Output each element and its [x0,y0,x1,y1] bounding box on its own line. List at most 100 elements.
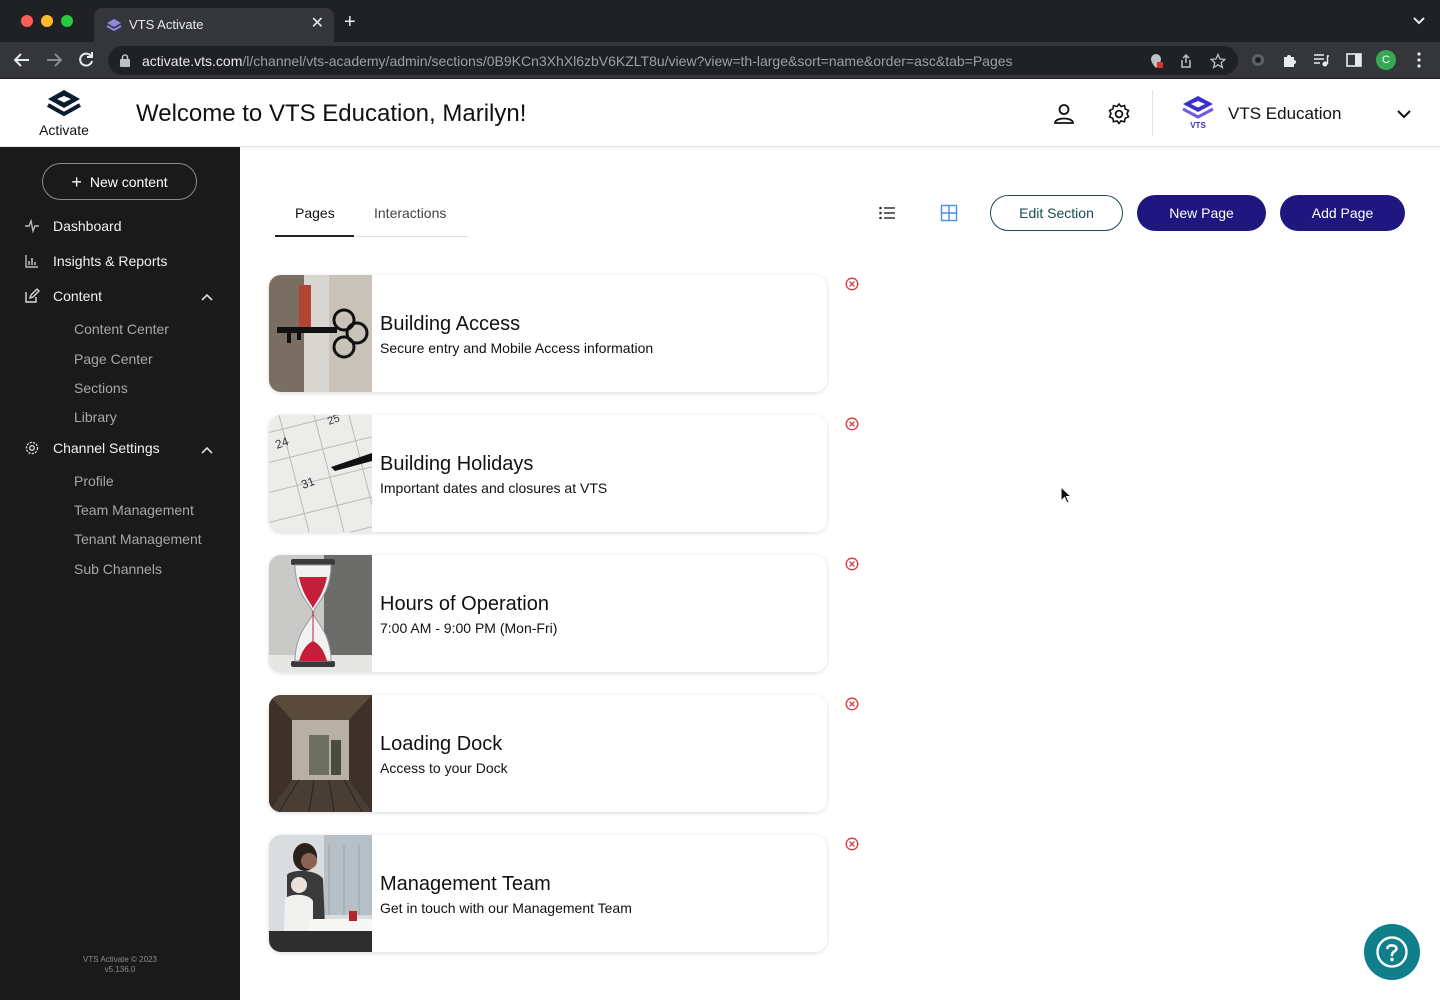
remove-circle-icon[interactable] [845,417,859,431]
new-page-button[interactable]: New Page [1137,195,1266,231]
sidebar-item-content[interactable]: Content [24,286,102,306]
new-content-button[interactable]: + New content [42,163,197,200]
page-card[interactable]: Hours of Operation 7:00 AM - 9:00 PM (Mo… [269,555,827,672]
address-bar[interactable]: activate.vts.com/l/channel/vts-academy/a… [108,46,1238,75]
team-photo-thumbnail [269,835,372,952]
browser-tab-bar: VTS Activate ✕ + [0,0,1440,42]
bar-chart-icon [25,255,38,268]
pulse-icon [25,218,39,234]
bookmark-star-icon[interactable] [1210,53,1226,69]
add-page-button[interactable]: Add Page [1280,195,1405,231]
sidebar-item-insights[interactable]: Insights & Reports [24,251,167,271]
version-text: v5.136.0 [104,965,136,974]
copyright-text: VTS Activate © 2023 [83,955,157,964]
new-content-label: New content [89,173,168,190]
active-tab-indicator [275,235,354,237]
tab-search-chevron-icon[interactable] [1412,14,1426,28]
browser-profile-avatar[interactable]: C [1376,50,1396,70]
tab-title: VTS Activate [129,17,204,32]
grid-view-icon[interactable] [940,204,958,222]
forward-arrow-icon[interactable] [44,50,64,70]
card-subtitle: 7:00 AM - 9:00 PM (Mon-Fri) [380,620,558,636]
app-header: Activate Welcome to VTS Education, Maril… [0,80,1440,147]
window-minimize-button[interactable] [41,15,53,27]
sidebar-item-sections[interactable]: Sections [74,380,128,396]
sidebar-item-profile[interactable]: Profile [74,473,114,489]
window-close-button[interactable] [21,15,33,27]
page-card[interactable]: Building Access Secure entry and Mobile … [269,275,827,392]
page-card[interactable]: 24 25 31 Building Holidays Important dat… [269,415,827,532]
hourglass-photo-thumbnail [269,555,372,672]
sidebar-item-page-center[interactable]: Page Center [74,351,153,367]
chevron-up-icon[interactable] [200,290,214,304]
side-panel-icon[interactable] [1345,51,1363,69]
sidebar: + New content Dashboard Insights & Repor… [0,147,240,1000]
url-text: activate.vts.com/l/channel/vts-academy/a… [142,53,1013,69]
tab-close-icon[interactable]: ✕ [311,14,324,34]
sidebar-item-dashboard[interactable]: Dashboard [24,216,122,236]
loading-dock-photo-thumbnail [269,695,372,812]
card-title: Loading Dock [380,733,503,755]
activate-logo-icon [47,90,81,117]
reload-icon[interactable] [76,50,96,70]
browser-toolbar: activate.vts.com/l/channel/vts-academy/a… [0,42,1440,79]
activate-logo[interactable]: Activate [30,88,98,144]
card-subtitle: Secure entry and Mobile Access informati… [380,340,654,356]
new-tab-button[interactable]: + [344,12,356,32]
sidebar-item-content-center[interactable]: Content Center [74,321,169,337]
chevron-up-icon[interactable] [200,443,214,457]
sidebar-item-sub-channels[interactable]: Sub Channels [74,561,162,577]
window-zoom-button[interactable] [61,15,73,27]
extension-settings-icon[interactable] [1249,51,1267,69]
mouse-cursor-icon [1060,486,1072,504]
extensions-puzzle-icon[interactable] [1281,51,1299,69]
card-subtitle: Get in touch with our Management Team [380,900,632,916]
vts-education-logo-icon[interactable]: VTS [1180,94,1216,130]
help-button[interactable] [1364,924,1420,980]
sidebar-item-label: Insights & Reports [53,253,168,269]
card-subtitle: Important dates and closures at VTS [380,480,608,496]
sidebar-item-label: Dashboard [53,218,122,234]
share-icon[interactable] [1178,53,1194,69]
logo-text: Activate [39,122,89,138]
browser-tab[interactable]: VTS Activate ✕ [94,8,334,42]
sidebar-footer: VTS Activate © 2023 v5.136.0 [0,955,240,975]
org-name[interactable]: VTS Education [1228,104,1341,124]
page-card[interactable]: Management Team Get in touch with our Ma… [269,835,827,952]
sidebar-item-library[interactable]: Library [74,409,117,425]
back-arrow-icon[interactable] [12,50,32,70]
edit-section-button[interactable]: Edit Section [990,195,1123,231]
card-title: Management Team [380,873,551,895]
gear-icon [25,441,39,455]
user-profile-icon[interactable] [1052,102,1076,126]
browser-menu-icon[interactable] [1410,51,1428,69]
gear-icon[interactable] [1107,102,1131,126]
plus-icon: + [71,171,82,192]
tab-interactions[interactable]: Interactions [374,205,446,221]
lock-icon [120,54,130,67]
header-divider [1152,90,1153,136]
sidebar-item-label: Content [53,288,103,304]
edit-icon [25,288,40,303]
card-subtitle: Access to your Dock [380,760,508,776]
sidebar-item-label: Channel Settings [53,440,160,456]
remove-circle-icon[interactable] [845,697,859,711]
calendar-photo-thumbnail: 24 25 31 [269,415,372,532]
page-card[interactable]: Loading Dock Access to your Dock [269,695,827,812]
list-view-icon[interactable] [878,204,896,222]
sidebar-item-team-management[interactable]: Team Management [74,502,194,518]
chevron-down-icon[interactable] [1396,106,1412,122]
sidebar-item-tenant-management[interactable]: Tenant Management [74,531,202,547]
remove-circle-icon[interactable] [845,837,859,851]
card-title: Building Access [380,313,521,335]
page-title: Welcome to VTS Education, Marilyn! [136,100,527,127]
media-control-icon[interactable] [1312,51,1330,69]
remove-circle-icon[interactable] [845,277,859,291]
blocked-location-icon[interactable] [1148,53,1164,69]
tab-pages[interactable]: Pages [295,205,335,221]
question-mark-icon [1376,936,1408,968]
sidebar-item-channel-settings[interactable]: Channel Settings [24,438,160,458]
svg-text:VTS: VTS [1190,121,1206,130]
remove-circle-icon[interactable] [845,557,859,571]
card-title: Hours of Operation [380,593,549,615]
